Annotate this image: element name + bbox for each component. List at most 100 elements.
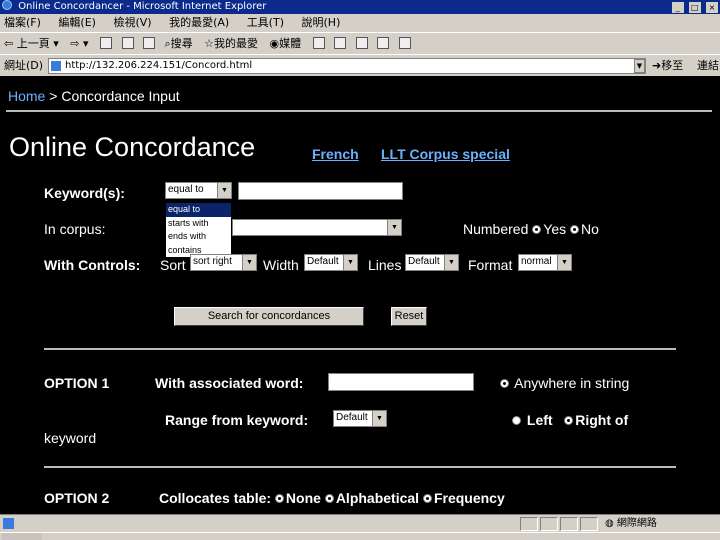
option2-divider [44, 466, 676, 468]
ie-logo-icon [2, 0, 12, 10]
toolbar: ⇦ 上一頁 ▾ ⇨ ▾ ⌕搜尋 ☆我的最愛 ◉媒體 [0, 32, 720, 54]
media-button[interactable]: ◉媒體 [270, 37, 302, 50]
search-concordances-button[interactable]: Search for concordances [174, 307, 364, 326]
stop-icon[interactable] [100, 37, 112, 49]
menu-edit[interactable]: 編輯(E) [58, 16, 96, 29]
back-arrow-icon: ⇦ [4, 37, 14, 50]
lines-select[interactable]: Default ▼ [405, 254, 459, 271]
range-value: Default [336, 412, 368, 423]
corpus-select[interactable]: ▼ [232, 219, 402, 236]
status-cell [560, 517, 578, 531]
status-page-icon [3, 518, 14, 529]
lines-label: Lines [368, 257, 402, 273]
maximize-icon[interactable]: □ [688, 2, 701, 13]
option1-label: OPTION 1 [44, 375, 110, 391]
numbered-group: Numbered Yes No [463, 221, 599, 237]
coll-freq-label: Frequency [433, 490, 505, 506]
back-label: 上一頁 [16, 37, 50, 50]
assoc-word-label: With associated word: [155, 375, 304, 391]
print-icon[interactable] [355, 37, 368, 49]
numbered-no-radio[interactable] [570, 225, 579, 234]
keyword-match-value: equal to [168, 184, 204, 195]
menu-help[interactable]: 說明(H) [302, 16, 341, 29]
breadcrumb-home-link[interactable]: Home [8, 88, 45, 104]
coll-freq-radio[interactable] [422, 494, 432, 503]
search-button[interactable]: ⌕搜尋 [165, 37, 193, 50]
range-select[interactable]: Default ▼ [333, 410, 387, 427]
menu-view[interactable]: 檢視(V) [113, 16, 151, 29]
start-button[interactable] [2, 533, 42, 540]
assoc-word-input[interactable] [328, 373, 474, 391]
breadcrumb-separator: > [49, 88, 58, 104]
collocates-group: Collocates table: None Alphabetical Freq… [159, 490, 505, 506]
zone-status: ◍ 網際網路 [605, 515, 657, 532]
chevron-down-icon: ▼ [217, 183, 231, 198]
option-starts-with[interactable]: starts with [166, 217, 231, 231]
keyword-match-select[interactable]: equal to ▼ [165, 182, 232, 199]
back-button[interactable]: ⇦ 上一頁 ▾ [4, 37, 59, 50]
history-icon[interactable] [312, 37, 325, 49]
top-divider [6, 110, 712, 112]
coll-alpha-radio[interactable] [324, 494, 334, 503]
links-label[interactable]: 連結 [697, 55, 719, 76]
option-equal-to[interactable]: equal to [166, 203, 231, 217]
address-url: http://132.206.224.151/Concord.html [65, 60, 253, 71]
mail-icon[interactable] [334, 37, 347, 49]
sort-select[interactable]: sort right ▼ [190, 254, 257, 271]
menu-file[interactable]: 檔案(F) [4, 16, 41, 29]
menubar: 檔案(F) 編輯(E) 檢視(V) 我的最愛(A) 工具(T) 說明(H) [0, 14, 720, 32]
numbered-yes-label: Yes [543, 221, 567, 237]
left-radio[interactable] [512, 416, 521, 425]
option2-label: OPTION 2 [44, 490, 110, 506]
forward-button[interactable]: ⇨ ▾ [70, 37, 88, 50]
option-ends-with[interactable]: ends with [166, 230, 231, 244]
chevron-down-icon: ▼ [444, 255, 458, 270]
taskbar [0, 532, 720, 540]
menu-tools[interactable]: 工具(T) [247, 16, 284, 29]
llt-corpus-link[interactable]: LLT Corpus special [381, 146, 510, 162]
format-value: normal [521, 256, 552, 267]
keyword-label: Keyword(s): [44, 185, 125, 201]
collocates-label: Collocates table: [159, 490, 272, 506]
coll-none-label: None [285, 490, 321, 506]
numbered-no-label: No [581, 221, 599, 237]
close-icon[interactable]: × [706, 2, 718, 13]
favorites-button[interactable]: ☆我的最愛 [204, 37, 258, 50]
keyword-input[interactable] [238, 182, 403, 200]
page-content: Home > Concordance Input Online Concorda… [0, 76, 720, 514]
coll-alpha-label: Alphabetical [335, 490, 420, 506]
address-dropdown-button[interactable]: ▼ [634, 59, 645, 73]
option1-divider [44, 348, 676, 350]
left-label: Left [526, 412, 553, 428]
chevron-down-icon: ▼ [343, 255, 357, 270]
refresh-icon[interactable] [121, 37, 134, 49]
anywhere-label: Anywhere in string [514, 375, 630, 391]
chevron-down-icon: ▼ [242, 255, 256, 270]
go-button[interactable]: ➜移至 [652, 55, 683, 76]
address-input[interactable]: http://132.206.224.151/Concord.html [48, 58, 646, 74]
width-select[interactable]: Default ▼ [304, 254, 358, 271]
zone-label: 網際網路 [616, 518, 657, 529]
right-of-label: Right of [575, 412, 629, 428]
page-icon [51, 61, 61, 71]
status-cell [580, 517, 598, 531]
status-cell [540, 517, 558, 531]
statusbar: ◍ 網際網路 [0, 514, 720, 532]
media-label: 媒體 [279, 37, 302, 50]
minimize-icon[interactable]: _ [671, 2, 684, 13]
corpus-label: In corpus: [44, 221, 106, 237]
numbered-yes-radio[interactable] [532, 225, 542, 234]
anywhere-radio[interactable] [500, 379, 509, 388]
home-icon[interactable] [143, 37, 155, 49]
messenger-icon[interactable] [398, 37, 411, 49]
french-link[interactable]: French [312, 146, 359, 162]
edit-icon[interactable] [377, 37, 390, 49]
chevron-down-icon: ▼ [387, 220, 401, 235]
right-of-radio[interactable] [564, 416, 574, 425]
reset-button[interactable]: Reset [391, 307, 427, 326]
keyword-match-options: equal to starts with ends with contains [165, 202, 232, 258]
format-select[interactable]: normal ▼ [518, 254, 572, 271]
coll-none-radio[interactable] [274, 494, 284, 503]
lines-value: Default [408, 256, 440, 267]
menu-favorites[interactable]: 我的最愛(A) [169, 16, 229, 29]
